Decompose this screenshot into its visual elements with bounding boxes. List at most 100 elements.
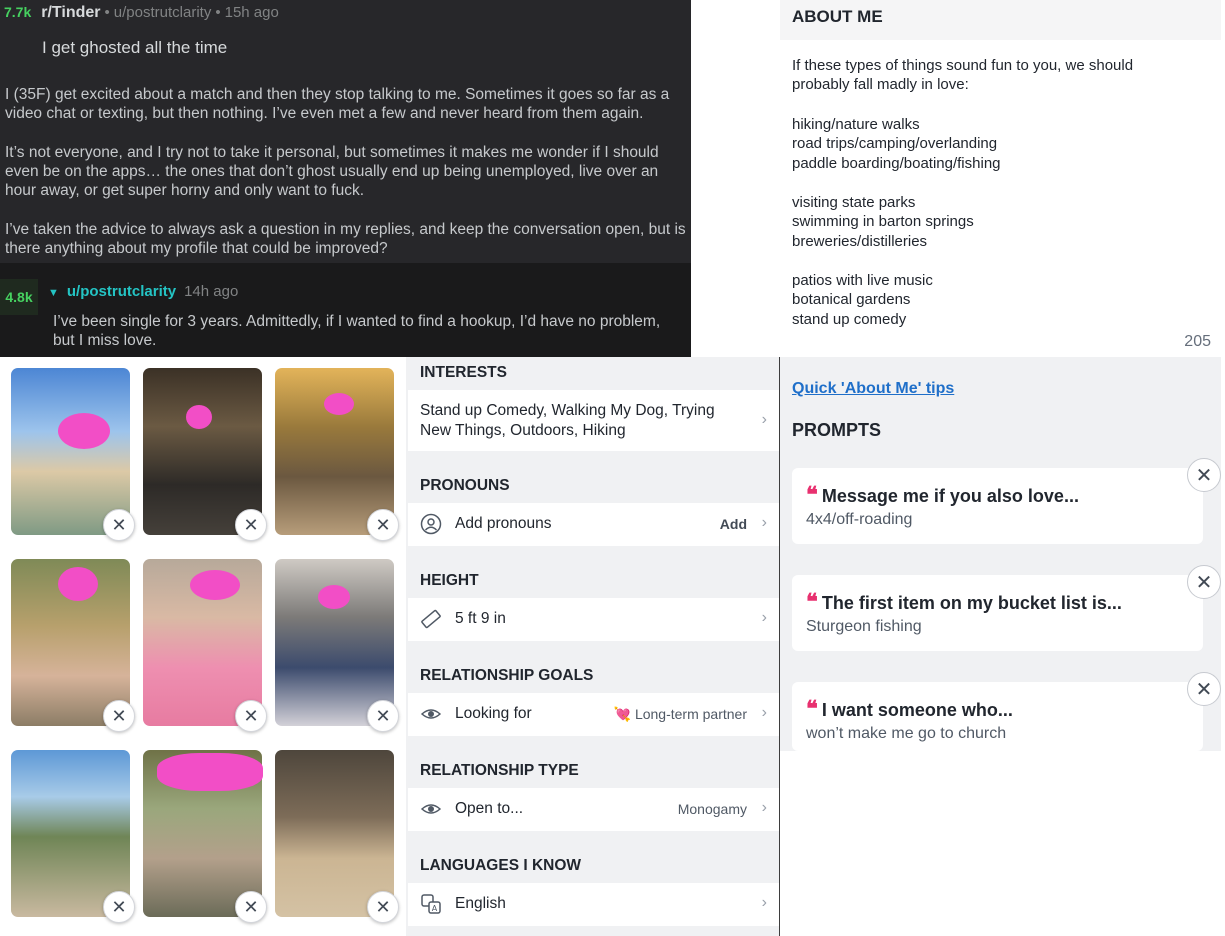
languages-row[interactable]: A English › (408, 883, 779, 926)
remove-prompt-button[interactable]: ✕ (1187, 458, 1221, 492)
add-pronouns-button[interactable]: Add (720, 516, 747, 532)
interests-value: Stand up Comedy, Walking My Dog, Trying … (420, 402, 715, 439)
comment-time: 14h ago (184, 283, 239, 300)
translate-icon: A (420, 893, 442, 915)
chevron-right-icon: › (761, 894, 767, 911)
collapse-icon[interactable]: ▼ (48, 287, 59, 299)
post-paragraph: It’s not everyone, and I try not to take… (5, 144, 659, 199)
about-me-panel: ABOUT ME If these types of things sound … (780, 0, 1221, 357)
about-me-textarea[interactable]: If these types of things sound fun to yo… (780, 40, 1221, 357)
looking-for-value: 💘 Long-term partner (614, 706, 748, 723)
prompt-card[interactable]: ❝ I want someone who... won’t make me go … (792, 672, 1221, 751)
meta-separator: • (104, 4, 110, 21)
remove-photo-button[interactable]: ✕ (235, 509, 267, 541)
chevron-right-icon: › (761, 609, 767, 626)
eye-icon (420, 703, 442, 725)
height-value: 5 ft 9 in (455, 610, 506, 627)
about-me-header: ABOUT ME (792, 7, 883, 26)
looking-for-label: Looking for (455, 705, 532, 722)
post-author[interactable]: u/postrutclarity (114, 4, 212, 21)
svg-text:A: A (432, 904, 438, 913)
photo-grid: ✕ ✕ ✕ ✕ ✕ ✕ ✕ ✕ ✕ (0, 357, 406, 936)
redaction-scribble (157, 753, 263, 791)
prompt-question-text: I want someone who... (821, 700, 1013, 720)
prompts-panel: Quick 'About Me' tips PROMPTS ❝ Message m… (780, 357, 1221, 751)
quote-icon: ❝ (806, 696, 818, 722)
remove-photo-button[interactable]: ✕ (367, 700, 399, 732)
prompt-answer: Sturgeon fishing (806, 618, 922, 635)
remove-photo-button[interactable]: ✕ (367, 509, 399, 541)
person-icon (420, 513, 442, 535)
redaction-scribble (190, 570, 240, 600)
quote-icon: ❝ (806, 589, 818, 615)
prompt-question-text: The first item on my bucket list is... (821, 593, 1122, 613)
chevron-right-icon: › (761, 514, 767, 531)
relationship-goals-row[interactable]: Looking for 💘 Long-term partner › (408, 693, 779, 736)
about-line: paddle boarding/boating/fishing (792, 155, 1001, 172)
about-line: botanical gardens (792, 291, 911, 308)
prompt-question: ❝ Message me if you also love... (806, 482, 1079, 508)
comment-author[interactable]: u/postrutclarity (67, 283, 176, 300)
pronouns-title: PRONOUNS (420, 477, 510, 494)
prompt-question: ❝ I want someone who... (806, 696, 1013, 722)
prompts-header: PROMPTS (792, 420, 882, 440)
relationship-type-title: RELATIONSHIP TYPE (420, 762, 579, 779)
remove-photo-button[interactable]: ✕ (103, 700, 135, 732)
remove-photo-button[interactable]: ✕ (103, 509, 135, 541)
pronouns-row[interactable]: Add pronouns Add › (408, 503, 779, 546)
chevron-right-icon: › (761, 411, 767, 428)
profile-details-column: INTERESTS Stand up Comedy, Walking My Do… (406, 357, 779, 936)
subreddit-link[interactable]: r/Tinder (41, 4, 100, 21)
about-line: swimming in barton springs (792, 213, 974, 230)
prompt-question-text: Message me if you also love... (821, 486, 1079, 506)
height-title: HEIGHT (420, 572, 479, 589)
comment-text: I’ve been single for 3 years. Admittedly… (53, 313, 661, 349)
relationship-goals-title: RELATIONSHIP GOALS (420, 667, 594, 684)
remove-photo-button[interactable]: ✕ (235, 891, 267, 923)
character-count: 205 (1184, 333, 1211, 350)
remove-photo-button[interactable]: ✕ (367, 891, 399, 923)
about-me-tips-link[interactable]: Quick 'About Me' tips (792, 380, 954, 398)
about-line: road trips/camping/overlanding (792, 135, 998, 152)
post-time: 15h ago (224, 4, 279, 21)
about-line: patios with live music (792, 272, 933, 289)
prompt-answer: 4x4/off-roading (806, 511, 913, 528)
relationship-type-row[interactable]: Open to... Monogamy › (408, 788, 779, 831)
redaction-scribble (58, 567, 98, 601)
remove-prompt-button[interactable]: ✕ (1187, 565, 1221, 599)
language-value: English (455, 895, 506, 912)
pronouns-label: Add pronouns (455, 515, 552, 532)
quote-icon: ❝ (806, 482, 818, 508)
redaction-scribble (58, 413, 110, 449)
remove-photo-button[interactable]: ✕ (103, 891, 135, 923)
remove-prompt-button[interactable]: ✕ (1187, 672, 1221, 706)
reddit-post-panel: 7.7k r/Tinder • u/postrutclarity • 15h ago I … (0, 0, 691, 357)
open-to-value: Monogamy (677, 801, 747, 817)
looking-for-text: Long-term partner (634, 706, 747, 722)
post-paragraph: I’ve taken the advice to always ask a qu… (5, 221, 686, 257)
prompt-card[interactable]: ❝ The first item on my bucket list is... … (792, 565, 1221, 651)
post-title[interactable]: I get ghosted all the time (42, 38, 227, 58)
about-line: probably fall madly in love: (792, 76, 969, 93)
remove-photo-button[interactable]: ✕ (235, 700, 267, 732)
about-line: hiking/nature walks (792, 116, 920, 133)
post-score[interactable]: 7.7k (4, 4, 31, 20)
chevron-right-icon: › (761, 799, 767, 816)
comment-score[interactable]: 4.8k (0, 279, 38, 315)
prompt-question: ❝ The first item on my bucket list is... (806, 589, 1122, 615)
interests-row[interactable]: Stand up Comedy, Walking My Dog, Trying … (408, 390, 779, 451)
about-line: stand up comedy (792, 311, 907, 328)
languages-title: LANGUAGES I KNOW (420, 857, 582, 874)
about-line: visiting state parks (792, 194, 916, 211)
prompt-card[interactable]: ❝ Message me if you also love... 4x4/off-… (792, 458, 1221, 544)
open-to-label: Open to... (455, 800, 524, 817)
comment-header: ▼ u/postrutclarity 14h ago (48, 283, 238, 300)
prompt-answer: won’t make me go to church (806, 725, 1007, 742)
meta-separator: • (215, 4, 221, 21)
post-paragraph: I (35F) get excited about a match and th… (5, 86, 670, 122)
about-line: If these types of things sound fun to yo… (792, 57, 1134, 74)
interests-title: INTERESTS (420, 364, 507, 381)
redaction-scribble (318, 585, 350, 609)
height-row[interactable]: 5 ft 9 in › (408, 598, 779, 641)
redaction-scribble (324, 393, 354, 415)
